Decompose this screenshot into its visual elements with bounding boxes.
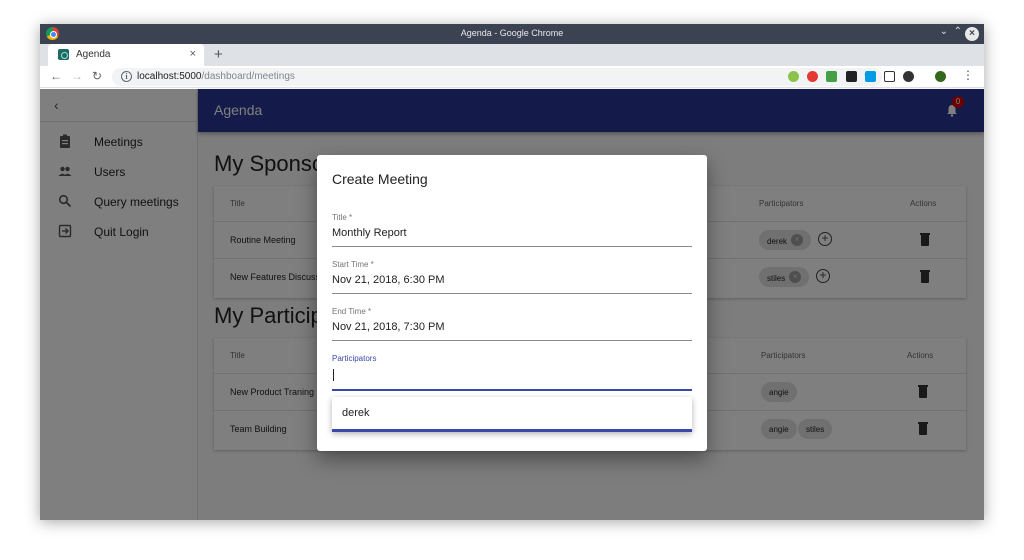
app-root: ‹ Meetings Users Query meetings Quit Log… (40, 89, 984, 520)
url-text: localhost:5000/dashboard/meetings (137, 71, 295, 82)
extension-blue-icon[interactable] (865, 71, 876, 82)
extension-circle-icon[interactable] (903, 71, 914, 82)
new-tab-button[interactable]: + (214, 46, 223, 63)
end-time-field[interactable]: End Time * Nov 21, 2018, 7:30 PM (332, 307, 692, 341)
suggestion-option[interactable]: derek (342, 407, 370, 419)
participator-suggestions: derek (332, 397, 692, 432)
tab-strip: Agenda × + (40, 44, 984, 66)
opera-extension-icon[interactable] (807, 71, 818, 82)
extension-green-icon[interactable] (788, 71, 799, 82)
text-caret (333, 369, 334, 381)
field-label: Participators (332, 354, 377, 363)
maximize-icon[interactable]: ⌃ (954, 26, 962, 37)
address-bar[interactable]: i localhost:5000/dashboard/meetings ⚷ ☆ (112, 68, 882, 86)
window-close-icon[interactable]: × (965, 27, 979, 41)
reload-icon[interactable]: ↻ (92, 69, 102, 83)
title-field[interactable]: Title * Monthly Report (332, 213, 692, 247)
field-value: Nov 21, 2018, 7:30 PM (332, 321, 445, 333)
favicon-icon (58, 49, 69, 60)
start-time-field[interactable]: Start Time * Nov 21, 2018, 6:30 PM (332, 260, 692, 294)
participators-input[interactable]: Participators (332, 354, 692, 391)
profile-avatar-icon[interactable] (935, 71, 946, 82)
browser-toolbar: ← → ↻ i localhost:5000/dashboard/meeting… (40, 66, 984, 88)
tab-agenda[interactable]: Agenda × (48, 44, 204, 66)
dialog-title: Create Meeting (332, 171, 428, 187)
info-icon[interactable]: i (121, 71, 132, 82)
extension-dark-icon[interactable] (846, 71, 857, 82)
field-value: Nov 21, 2018, 6:30 PM (332, 274, 445, 286)
field-label: Start Time * (332, 260, 374, 269)
browser-window: Agenda - Google Chrome ⌄ ⌃ × Agenda × + … (40, 24, 984, 520)
window-title: Agenda - Google Chrome (460, 28, 564, 38)
extension-n-icon[interactable] (884, 71, 895, 82)
browser-menu-icon[interactable]: ⋮ (962, 68, 974, 82)
create-meeting-dialog: Create Meeting Title * Monthly Report St… (317, 155, 707, 451)
field-value: Monthly Report (332, 227, 407, 239)
back-icon[interactable]: ← (50, 69, 62, 83)
extension-new-icon[interactable] (826, 71, 837, 82)
tab-close-icon[interactable]: × (190, 48, 196, 60)
forward-icon[interactable]: → (71, 69, 83, 83)
minimize-icon[interactable]: ⌄ (940, 26, 948, 37)
field-label: End Time * (332, 307, 372, 316)
field-label: Title * (332, 213, 353, 222)
window-titlebar: Agenda - Google Chrome ⌄ ⌃ × (40, 24, 984, 44)
tab-label: Agenda (76, 49, 111, 60)
